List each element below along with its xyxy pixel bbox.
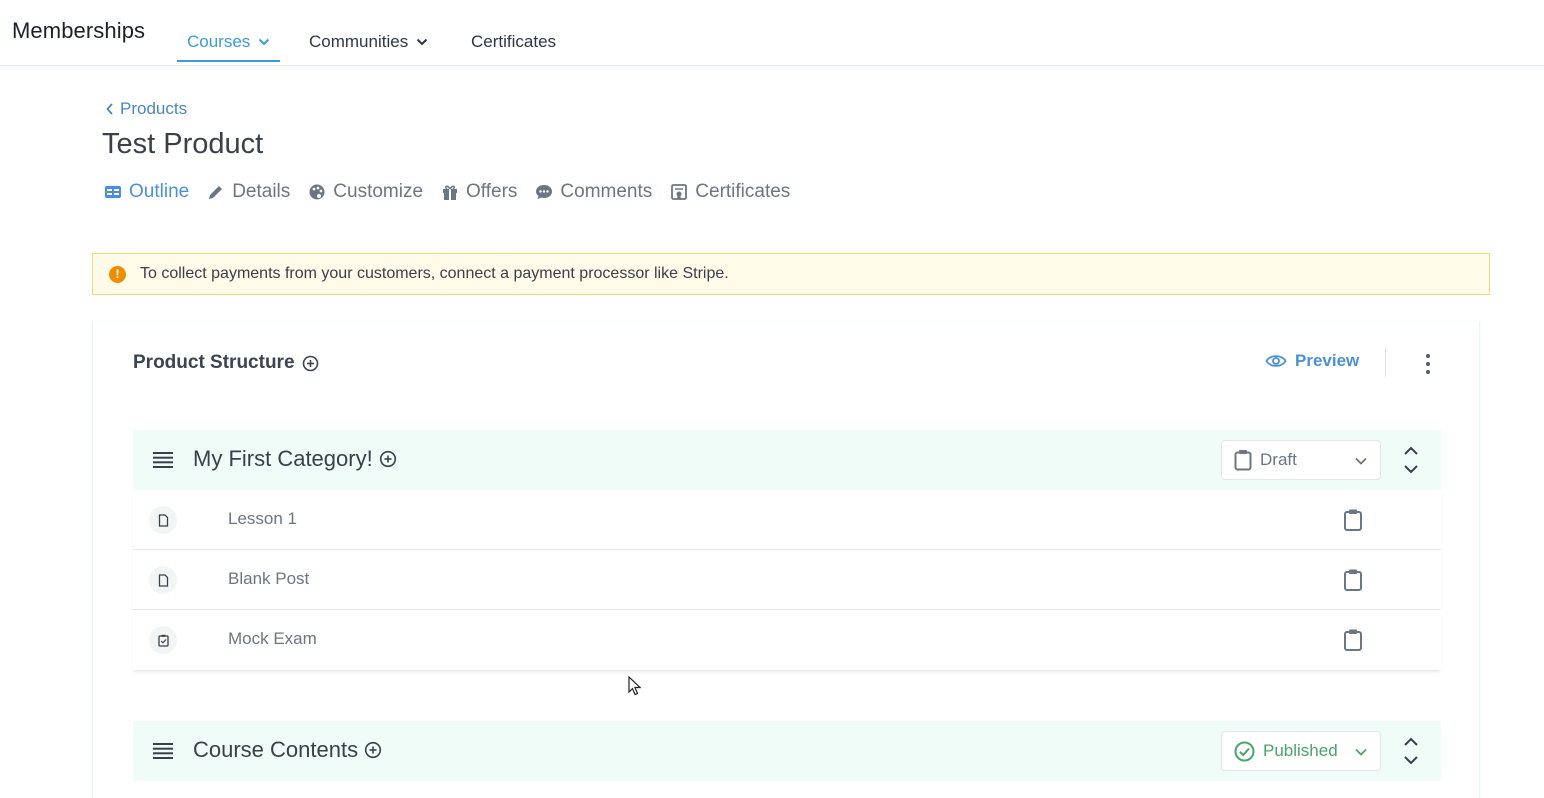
tab-details[interactable]: Details	[207, 181, 290, 203]
tab-outline[interactable]: Outline	[104, 181, 189, 203]
chevron-down-icon	[416, 38, 428, 46]
category-title: Course Contents	[193, 737, 382, 763]
eye-icon	[1265, 355, 1287, 367]
item-title: Mock Exam	[228, 629, 317, 648]
preview-button[interactable]: Preview	[1265, 351, 1359, 371]
pencil-icon	[209, 186, 223, 199]
nav-courses-label: Courses	[187, 32, 251, 51]
clipboard-icon[interactable]	[1343, 628, 1363, 652]
certificate-icon	[671, 184, 688, 200]
chevron-down-icon	[259, 38, 270, 46]
back-to-products-link[interactable]: Products	[106, 99, 187, 119]
alert-text: To collect payments from your customers,…	[140, 265, 729, 282]
tab-customize-label: Customize	[333, 181, 424, 202]
category-title: My First Category!	[193, 446, 397, 472]
warning-icon: !	[109, 265, 126, 283]
comment-icon	[536, 185, 553, 199]
list-item[interactable]: Mock Exam	[133, 610, 1441, 670]
tab-comments-label: Comments	[560, 181, 653, 202]
tab-customize[interactable]: Customize	[308, 181, 423, 203]
item-title: Blank Post	[228, 569, 310, 588]
nav-certificates-label: Certificates	[471, 32, 557, 51]
add-circle-icon[interactable]	[302, 355, 319, 372]
expand-collapse-icon[interactable]	[1403, 735, 1419, 767]
nav-courses[interactable]: Courses	[176, 22, 281, 62]
category-header: My First Category! Draft	[133, 430, 1441, 490]
divider	[1385, 347, 1386, 377]
clipboard-icon	[1234, 450, 1252, 471]
product-tabs: Outline Details Customize Offers Comment…	[104, 181, 790, 203]
preview-label: Preview	[1295, 351, 1360, 370]
tab-certificates-label: Certificates	[695, 181, 791, 202]
add-circle-icon[interactable]	[379, 450, 397, 468]
status-dropdown[interactable]: Draft	[1221, 440, 1381, 480]
tab-details-label: Details	[232, 181, 291, 202]
check-circle-icon	[1234, 741, 1255, 761]
item-title: Lesson 1	[228, 509, 297, 528]
category-course-contents: Course Contents Published	[133, 721, 1441, 781]
tab-offers-label: Offers	[466, 181, 518, 202]
page-title: Test Product	[102, 128, 264, 160]
product-structure-title: Product Structure	[133, 352, 319, 374]
tab-offers[interactable]: Offers	[441, 181, 517, 203]
tab-outline-label: Outline	[129, 181, 190, 202]
chevron-down-icon	[1355, 748, 1367, 756]
chevron-left-icon	[106, 103, 113, 115]
expand-collapse-icon[interactable]	[1403, 444, 1419, 476]
quiz-icon	[149, 626, 177, 654]
tab-certificates[interactable]: Certificates	[670, 181, 790, 203]
document-icon	[149, 506, 177, 534]
status-dropdown[interactable]: Published	[1221, 731, 1381, 771]
drag-handle-icon[interactable]	[153, 452, 173, 468]
category-header: Course Contents Published	[133, 721, 1441, 781]
brand-title: Memberships	[12, 18, 146, 43]
palette-icon	[309, 184, 325, 200]
list-item[interactable]: Lesson 1	[133, 490, 1441, 550]
list-item[interactable]: Blank Post	[133, 550, 1441, 610]
more-options-icon[interactable]	[1418, 352, 1438, 376]
clipboard-icon[interactable]	[1343, 508, 1363, 532]
chevron-down-icon	[1355, 457, 1367, 465]
status-label: Draft	[1260, 450, 1297, 469]
category-name: My First Category!	[193, 446, 373, 471]
nav-communities-label: Communities	[309, 32, 409, 51]
category-my-first-category: My First Category! Draft Lesson 1 Blank …	[133, 430, 1441, 670]
product-structure-card: Product Structure Preview My First Categ…	[92, 322, 1480, 798]
back-label: Products	[120, 99, 188, 118]
nav-communities[interactable]: Communities	[309, 22, 428, 62]
mouse-cursor-icon	[628, 676, 642, 696]
add-circle-icon[interactable]	[364, 741, 382, 759]
category-name: Course Contents	[193, 737, 359, 762]
document-icon	[149, 566, 177, 594]
tab-comments[interactable]: Comments	[535, 181, 652, 203]
nav-certificates[interactable]: Certificates	[471, 22, 556, 62]
gift-icon	[443, 185, 458, 200]
payment-processor-alert: ! To collect payments from your customer…	[92, 253, 1490, 295]
outline-icon	[105, 186, 121, 198]
top-navbar: Memberships Courses Communities Certific…	[0, 0, 1544, 66]
status-label: Published	[1263, 741, 1338, 760]
drag-handle-icon[interactable]	[153, 743, 173, 759]
category-items: Lesson 1 Blank Post Mock Exam	[133, 490, 1441, 670]
clipboard-icon[interactable]	[1343, 568, 1363, 592]
product-structure-label: Product Structure	[133, 352, 295, 373]
